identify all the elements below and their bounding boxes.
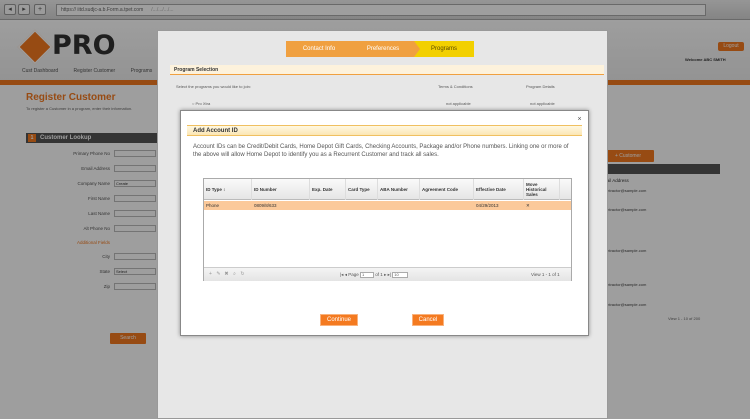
col-effective-date[interactable]: Effective Date [474, 179, 524, 200]
cell-effective-date: 04/29/2013 [476, 203, 499, 208]
col-agreement-code[interactable]: Agreement Code [420, 179, 474, 200]
pager-controls: |◂ ◂ Page 1 of 1 ▸ ▸| 10 [340, 271, 409, 278]
first-page-icon[interactable]: |◂ [340, 272, 343, 277]
program-option[interactable]: ○ Pro Xtra [192, 101, 210, 106]
edit-icon[interactable]: ✎ [216, 272, 221, 277]
step-arrow-icon [414, 41, 420, 57]
account-id-grid: ID Type ↕ ID Number Exp. Date Card Type … [203, 178, 572, 281]
next-page-icon[interactable]: ▸ [384, 272, 386, 277]
step-arrow-icon [352, 41, 358, 57]
continue-button[interactable]: Continue [320, 314, 358, 326]
cell-exp-date [310, 201, 312, 210]
page-label: Page [348, 272, 359, 277]
add-icon[interactable]: + [208, 272, 213, 277]
rows-per-page-select[interactable]: 10 [392, 271, 409, 278]
cell-id-number: 0809/8/633 [254, 203, 277, 208]
step-label: Contact Info [302, 46, 336, 52]
page-input[interactable]: 1 [360, 271, 375, 278]
grid-header: ID Type ↕ ID Number Exp. Date Card Type … [204, 179, 571, 200]
search-icon[interactable]: ⌕ [232, 272, 237, 277]
cell-id-type: Phone [206, 203, 220, 208]
dialog-title: Add Account ID [187, 125, 582, 136]
col-id-number[interactable]: ID Number [252, 179, 310, 200]
col-card-type[interactable]: Card Type [346, 179, 378, 200]
col-move-historical-sales[interactable]: Move Historical Sales [524, 179, 560, 200]
last-page-icon[interactable]: ▸| [388, 272, 391, 277]
prev-page-icon[interactable]: ◂ [345, 272, 347, 277]
grid-pager: + ✎ ✖ ⌕ ↻ |◂ ◂ Page 1 of 1 ▸ ▸| 10 View … [204, 267, 571, 281]
cell-move-checkbox[interactable]: ✕ [524, 201, 530, 210]
dialog-description: Account IDs can be Credit/Debit Cards, H… [193, 144, 569, 158]
view-info: View 1 - 1 of 1 [531, 272, 560, 277]
terms-na: not applicable [446, 101, 471, 106]
cancel-button[interactable]: Cancel [412, 314, 444, 326]
step-preferences[interactable]: Preferences [352, 41, 420, 57]
cell-card-type [346, 201, 348, 210]
step-programs[interactable]: Programs [414, 41, 474, 57]
step-contact-info[interactable]: Contact Info [286, 41, 358, 57]
close-icon[interactable]: × [575, 115, 584, 124]
of-label: of 1 [375, 272, 383, 277]
details-na: not applicable [530, 101, 555, 106]
step-label: Programs [430, 46, 457, 52]
col-terms: Terms & Conditions [438, 84, 473, 89]
refresh-icon[interactable]: ↻ [240, 272, 245, 277]
col-id-type[interactable]: ID Type ↕ [204, 179, 252, 200]
program-option-label: Pro Xtra [195, 101, 211, 106]
program-selection-header: Program Selection [170, 65, 604, 75]
table-row[interactable]: Phone 0809/8/633 04/29/2013 ✕ [204, 201, 571, 210]
col-details: Program Details [526, 84, 555, 89]
col-exp-date[interactable]: Exp. Date [310, 179, 346, 200]
cell-agreement-code [420, 201, 422, 210]
col-aba-number[interactable]: ABA Number [378, 179, 420, 200]
cell-aba-number [378, 201, 380, 210]
delete-icon[interactable]: ✖ [224, 272, 229, 277]
add-account-id-dialog: × Add Account ID Account IDs can be Cred… [180, 110, 589, 336]
program-instruction: Select the programs you would like to jo… [176, 84, 251, 89]
step-label: Preferences [366, 46, 400, 52]
